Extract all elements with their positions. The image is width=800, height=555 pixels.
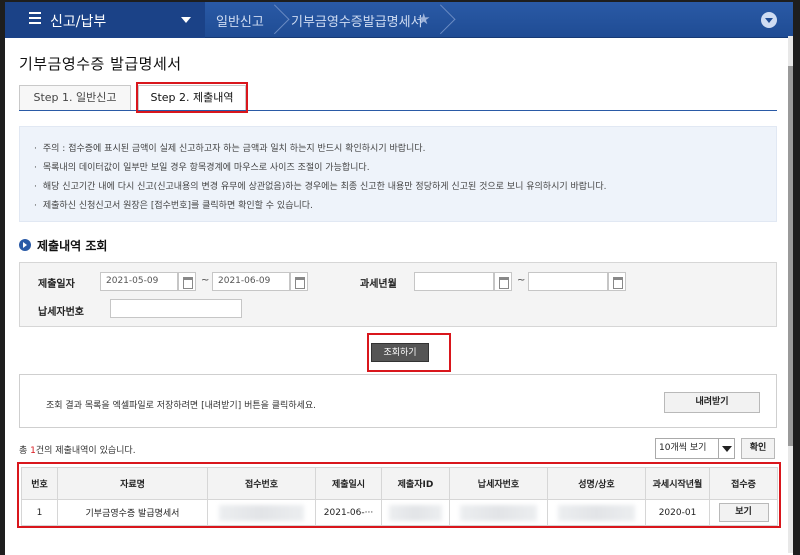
calendar-icon[interactable] <box>290 272 308 291</box>
tax-from-input[interactable] <box>414 272 494 291</box>
date-from-input[interactable]: 2021-05-09 <box>100 272 178 291</box>
date-to-input[interactable]: 2021-06-09 <box>212 272 290 291</box>
calendar-icon[interactable] <box>178 272 196 291</box>
notice-item: 주의 : 접수증에 표시된 금액이 실제 신고하고자 하는 금액과 일치 하는지… <box>34 140 762 159</box>
menu-dropdown[interactable]: 신고/납부 <box>5 2 205 38</box>
range-separator: ~ <box>517 275 526 286</box>
highlight-box-table <box>17 462 781 528</box>
taxpayer-number-label: 납세자번호 <box>38 307 84 318</box>
tax-month-label: 과세년월 <box>360 279 397 290</box>
section-title: 제출내역 조회 <box>37 239 108 253</box>
calendar-icon[interactable] <box>494 272 512 291</box>
result-count-prefix: 총 <box>19 446 31 456</box>
page-size-select[interactable]: 10개씩 보기 <box>655 438 735 459</box>
section-bullet-icon <box>19 239 31 251</box>
highlight-box-tab <box>136 82 248 113</box>
hamburger-icon <box>29 12 43 26</box>
caret-down-icon <box>181 17 191 23</box>
confirm-button[interactable]: 확인 <box>741 438 775 459</box>
taxpayer-number-input[interactable] <box>110 299 242 318</box>
chevron-down-icon <box>718 439 734 458</box>
submit-date-label: 제출일자 <box>38 279 75 290</box>
top-navigation: 신고/납부 일반신고 기부금영수증발급명세서 ★ <box>5 2 793 38</box>
expand-toggle-icon[interactable] <box>761 12 777 28</box>
breadcrumb-general-report[interactable]: 일반신고 <box>216 11 264 30</box>
search-form: 제출일자 2021-05-09 ~ 2021-06-09 과세년월 ~ 납세자번… <box>19 262 777 327</box>
tab-step1[interactable]: Step 1. 일반신고 <box>19 85 131 111</box>
range-separator: ~ <box>201 275 210 286</box>
download-button[interactable]: 내려받기 <box>664 392 760 413</box>
download-panel: 조회 결과 목록을 엑셀파일로 저장하려면 [내려받기] 버튼을 클릭하세요. … <box>19 374 777 428</box>
result-count: 총 1건의 제출내역이 있습니다. <box>19 443 136 456</box>
notice-item: 목록내의 데이터값이 일부만 보일 경우 항목경계에 마우스로 사이즈 조절이 … <box>34 159 762 178</box>
notice-box: 주의 : 접수증에 표시된 금액이 실제 신고하고자 하는 금액과 일치 하는지… <box>19 126 777 222</box>
page-title: 기부금영수증 발급명세서 <box>19 55 182 73</box>
breadcrumb-donation-receipt[interactable]: 기부금영수증발급명세서 <box>291 11 423 30</box>
tax-to-input[interactable] <box>528 272 608 291</box>
download-instruction: 조회 결과 목록을 엑셀파일로 저장하려면 [내려받기] 버튼을 클릭하세요. <box>46 401 317 411</box>
notice-item: 제출하신 신청신고서 원장은 [접수번호]를 클릭하면 확인할 수 있습니다. <box>34 197 762 216</box>
chevron-right-icon <box>267 2 281 38</box>
scrollbar-thumb[interactable] <box>788 66 793 446</box>
tab-underline <box>19 110 777 111</box>
calendar-icon[interactable] <box>608 272 626 291</box>
menu-label: 신고/납부 <box>50 14 107 30</box>
highlight-box-search <box>367 333 451 372</box>
app-frame: 신고/납부 일반신고 기부금영수증발급명세서 ★ 기부금영수증 발급명세서 St… <box>5 2 793 555</box>
notice-item: 해당 신고기간 내에 다시 신고(신고내용의 변경 유무에 상관없음)하는 경우… <box>34 178 762 197</box>
chevron-right-icon <box>433 2 447 38</box>
result-count-suffix: 건의 제출내역이 있습니다. <box>35 446 136 456</box>
page-size-value: 10개씩 보기 <box>659 443 707 453</box>
